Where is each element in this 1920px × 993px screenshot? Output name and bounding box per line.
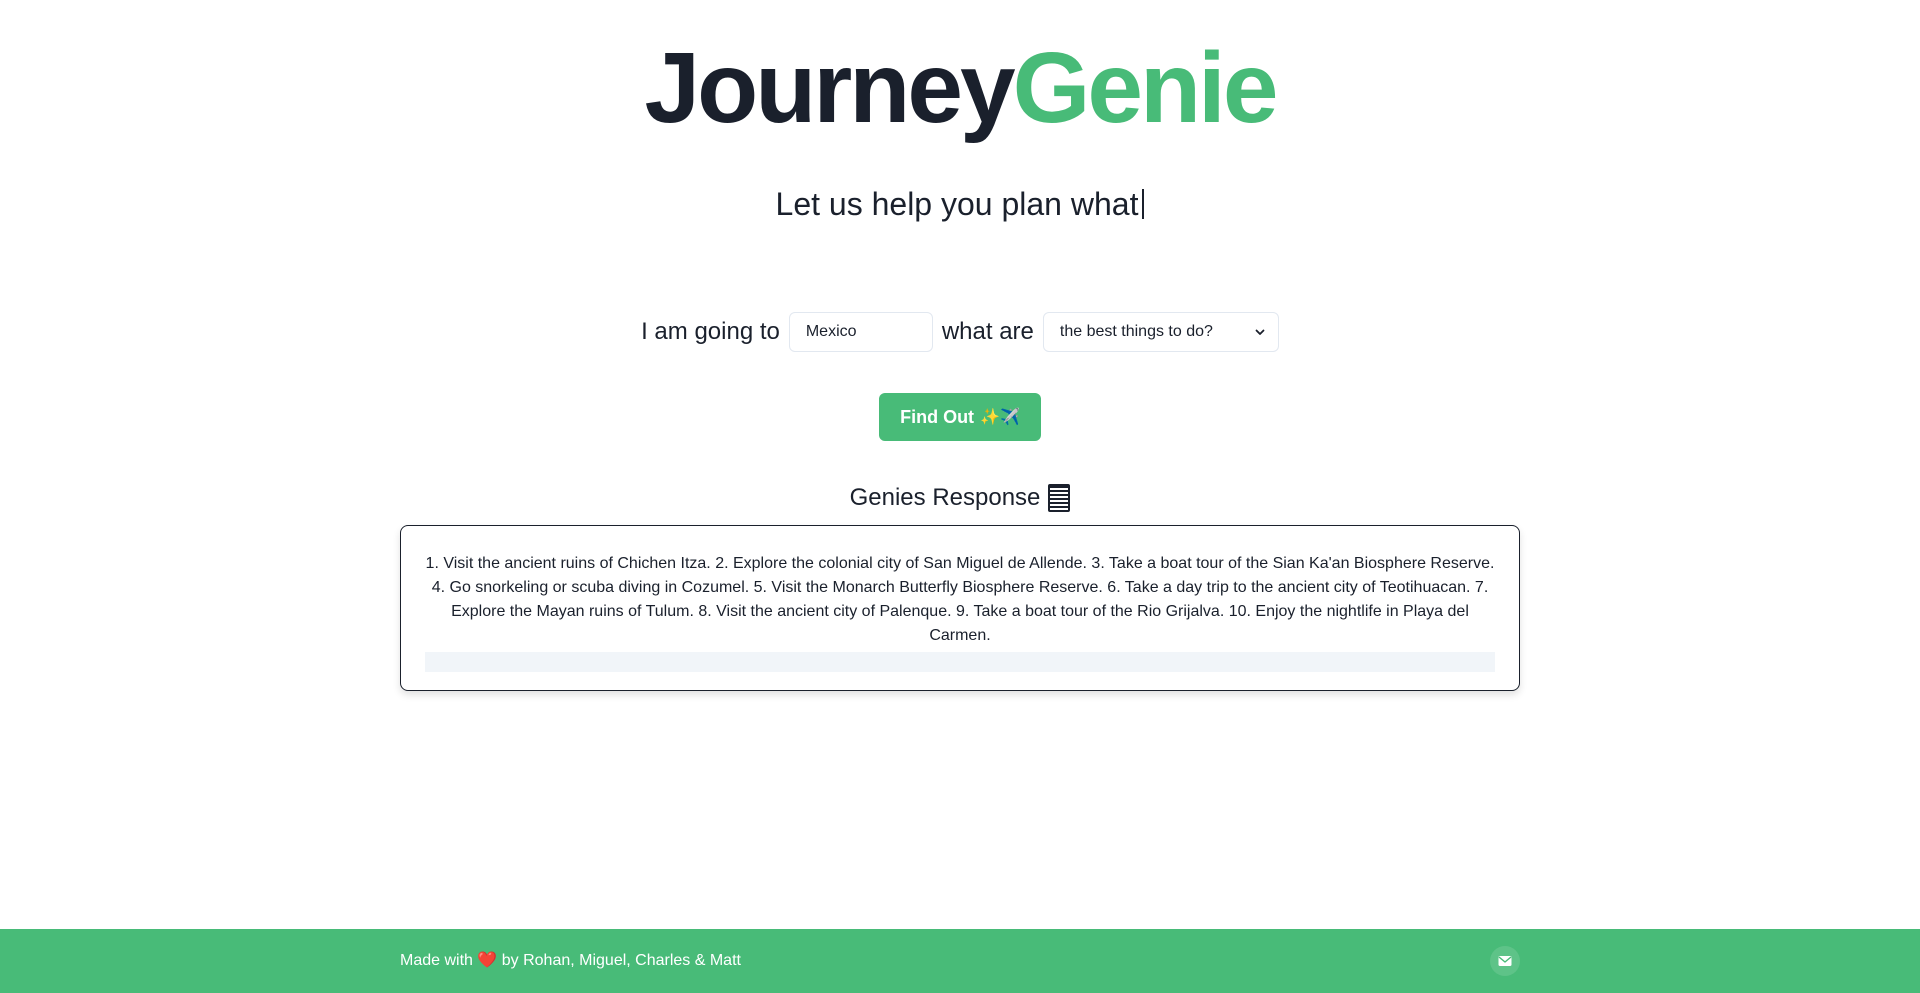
sparkles-plane-icon: ✨✈️ bbox=[980, 409, 1020, 426]
response-text: 1. Visit the ancient ruins of Chichen It… bbox=[425, 555, 1495, 644]
find-out-label: Find Out bbox=[900, 406, 975, 427]
chevron-down-icon bbox=[1255, 329, 1265, 335]
response-heading-text: Genies Response bbox=[849, 484, 1041, 511]
mail-icon bbox=[1498, 956, 1512, 966]
what-are-label: what are bbox=[941, 318, 1034, 345]
tagline: Let us help you plan what bbox=[0, 188, 1920, 220]
response-loading-bar bbox=[425, 652, 1495, 672]
app-title: JourneyGenie bbox=[0, 38, 1920, 138]
find-out-button[interactable]: Find Out ✨✈️ bbox=[879, 393, 1041, 441]
destination-input[interactable] bbox=[788, 312, 933, 352]
heart-icon: ❤️ bbox=[477, 952, 498, 969]
question-select[interactable]: the best things to do? bbox=[1042, 312, 1279, 352]
tagline-text: Let us help you plan what bbox=[775, 186, 1139, 222]
app-title-part-genie: Genie bbox=[1012, 32, 1279, 144]
footer: Made with ❤️ by Rohan, Miguel, Charles &… bbox=[0, 929, 1920, 993]
app-title-part-journey: Journey bbox=[644, 32, 1016, 144]
mail-button[interactable] bbox=[1490, 946, 1520, 976]
list-icon bbox=[1048, 484, 1071, 512]
question-select-value: the best things to do? bbox=[1059, 323, 1213, 340]
footer-credits: Made with ❤️ by Rohan, Miguel, Charles &… bbox=[400, 951, 741, 971]
response-card: 1. Visit the ancient ruins of Chichen It… bbox=[400, 525, 1520, 691]
going-to-label: I am going to bbox=[641, 318, 780, 345]
footer-made-with: Made with bbox=[400, 952, 473, 969]
page: JourneyGenie Let us help you plan what I… bbox=[0, 0, 1920, 993]
query-row: I am going to what are the best things t… bbox=[0, 312, 1920, 352]
footer-names: by Rohan, Miguel, Charles & Matt bbox=[501, 952, 741, 969]
response-heading: Genies Response bbox=[0, 484, 1920, 512]
typing-cursor bbox=[1142, 189, 1145, 219]
